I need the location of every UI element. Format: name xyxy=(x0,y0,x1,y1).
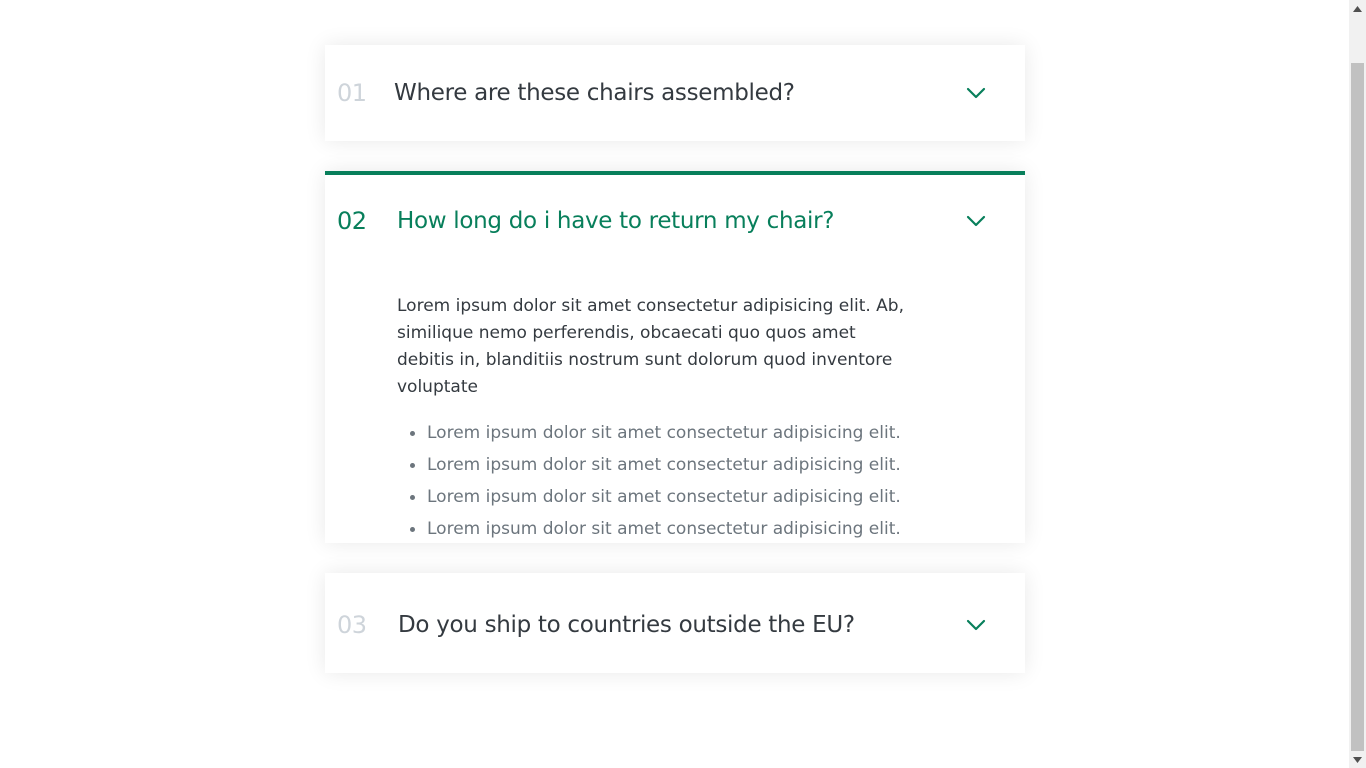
scroll-up-arrow-icon[interactable] xyxy=(1349,0,1366,17)
accordion-header-3[interactable]: 03 Do you ship to countries outside the … xyxy=(325,577,1025,673)
item-title: Do you ship to countries outside the EU? xyxy=(398,612,855,638)
scroll-down-arrow-icon[interactable] xyxy=(1349,751,1366,768)
scroll-thumb[interactable] xyxy=(1351,63,1364,751)
accordion-item-1[interactable]: 01 Where are these chairs assembled? xyxy=(325,45,1025,141)
list-item: Lorem ipsum dolor sit amet consectetur a… xyxy=(397,417,905,449)
list-item: Lorem ipsum dolor sit amet consectetur a… xyxy=(397,449,905,481)
list-item: Lorem ipsum dolor sit amet consectetur a… xyxy=(397,513,905,545)
item-number: 02 xyxy=(337,207,367,235)
item-number: 01 xyxy=(337,79,367,107)
item-title: How long do i have to return my chair? xyxy=(397,208,835,234)
accordion-header-2[interactable]: 02 How long do i have to return my chair… xyxy=(325,175,1025,267)
accordion-item-2[interactable]: 02 How long do i have to return my chair… xyxy=(325,171,1025,543)
chevron-down-icon[interactable] xyxy=(964,81,988,105)
accordion-content: Lorem ipsum dolor sit amet consectetur a… xyxy=(325,267,1025,543)
accordion-item-3[interactable]: 03 Do you ship to countries outside the … xyxy=(325,573,1025,673)
chevron-down-icon[interactable] xyxy=(964,209,988,233)
chevron-down-icon[interactable] xyxy=(964,613,988,637)
answer-text: Lorem ipsum dolor sit amet consectetur a… xyxy=(397,296,904,397)
item-title: Where are these chairs assembled? xyxy=(394,80,795,106)
answer-list: Lorem ipsum dolor sit amet consectetur a… xyxy=(397,417,905,545)
page-viewport: 01 Where are these chairs assembled? 02 … xyxy=(0,0,1349,768)
faq-accordion: 01 Where are these chairs assembled? 02 … xyxy=(325,45,1025,703)
list-item: Lorem ipsum dolor sit amet consectetur a… xyxy=(397,481,905,513)
vertical-scrollbar[interactable] xyxy=(1349,0,1366,768)
accordion-header-1[interactable]: 01 Where are these chairs assembled? xyxy=(325,45,1025,141)
item-number: 03 xyxy=(337,611,367,639)
